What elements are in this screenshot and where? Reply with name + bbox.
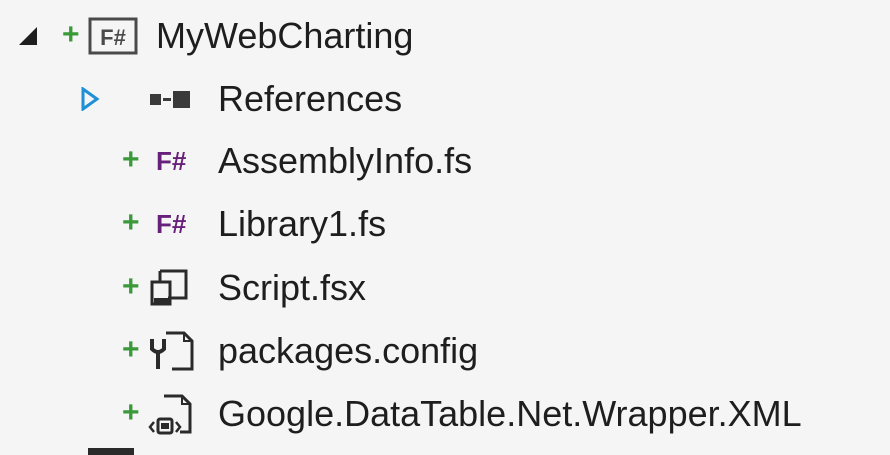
- pending-add-plus-icon: +: [122, 270, 140, 303]
- solution-explorer-tree: + F# MyWebCharting References + F# Assem…: [0, 0, 890, 455]
- tree-node-file[interactable]: + Script.fsx: [0, 258, 890, 318]
- file-label: AssemblyInfo.fs: [218, 140, 473, 181]
- tree-node-project[interactable]: + F# MyWebCharting: [0, 6, 890, 66]
- tree-node-file[interactable]: + packages.config: [0, 321, 890, 381]
- fsharp-file-icon: F#: [154, 145, 196, 177]
- tree-node-references[interactable]: References: [0, 69, 890, 129]
- file-label: packages.config: [218, 330, 479, 371]
- next-node-partial-icon: [88, 448, 134, 455]
- fsharp-script-icon: [148, 268, 192, 308]
- fsharp-project-icon-text: F#: [100, 25, 126, 50]
- fsharp-file-icon: F#: [154, 208, 196, 240]
- collapsed-arrow-icon[interactable]: [78, 87, 102, 111]
- file-label: Script.fsx: [218, 267, 367, 308]
- fsharp-file-icon-text: F#: [156, 209, 187, 239]
- fsharp-file-icon-text: F#: [156, 146, 187, 176]
- tree-node-file[interactable]: + Google.DataTable.Net.Wrapper.XML: [0, 384, 890, 444]
- fsharp-project-icon: F#: [88, 16, 140, 56]
- expanded-arrow-icon[interactable]: [16, 24, 40, 48]
- pending-add-plus-icon: +: [62, 18, 80, 51]
- xml-file-icon: [146, 392, 196, 438]
- tree-node-file[interactable]: + F# Library1.fs: [0, 194, 890, 254]
- pending-add-plus-icon: +: [122, 333, 140, 366]
- pending-add-plus-icon: +: [122, 143, 140, 176]
- file-label: Google.DataTable.Net.Wrapper.XML: [218, 393, 802, 434]
- references-label: References: [218, 78, 403, 119]
- file-label: Library1.fs: [218, 203, 387, 244]
- tree-node-file[interactable]: + F# AssemblyInfo.fs: [0, 131, 890, 191]
- config-file-icon: [148, 329, 196, 373]
- pending-add-plus-icon: +: [122, 206, 140, 239]
- references-icon: [148, 89, 198, 109]
- pending-add-plus-icon: +: [122, 396, 140, 429]
- project-label: MyWebCharting: [156, 15, 414, 56]
